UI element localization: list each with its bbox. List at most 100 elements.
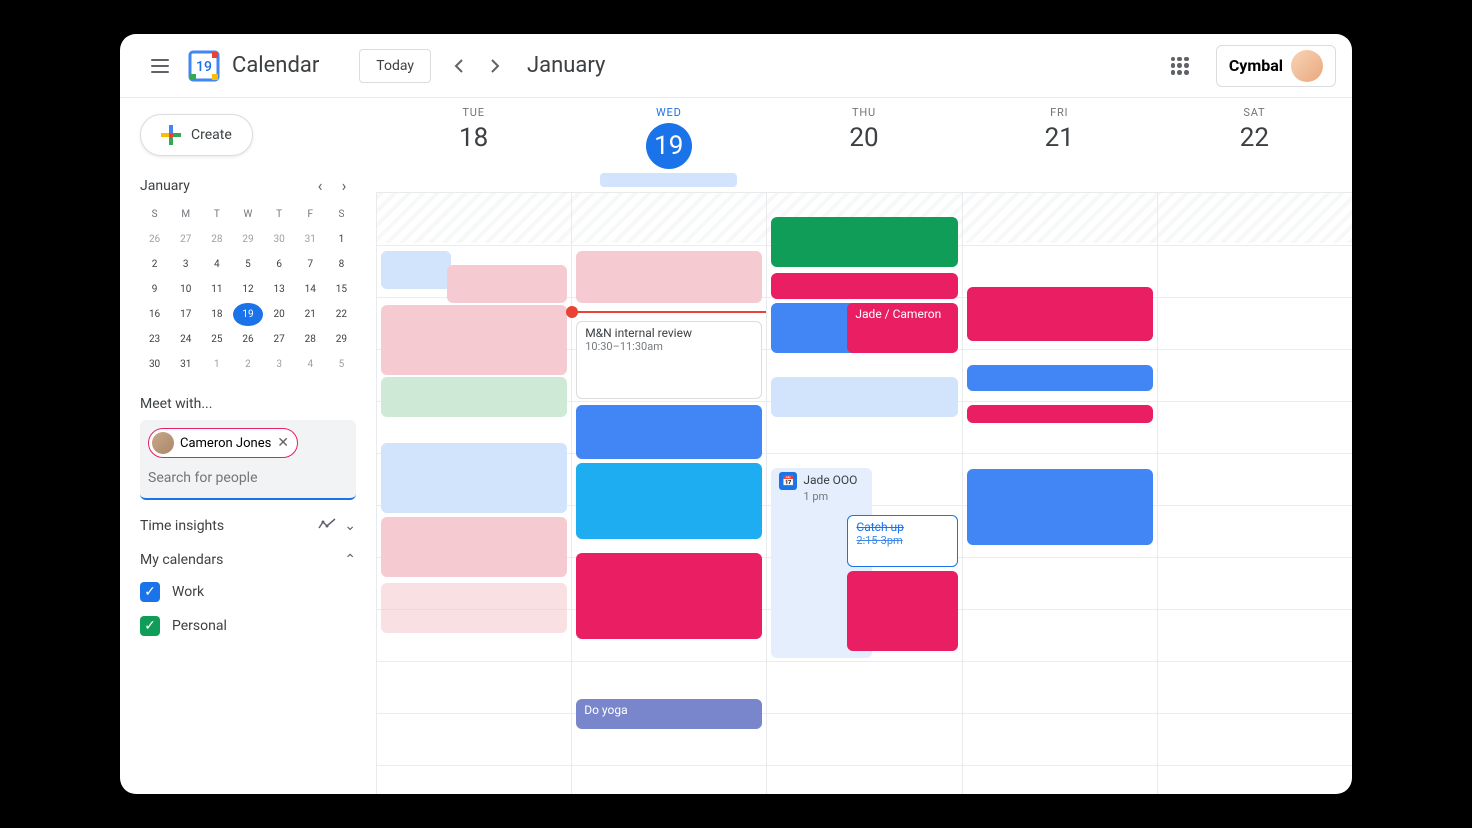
event-block[interactable]	[967, 365, 1153, 391]
mini-cal-day[interactable]: 30	[265, 228, 294, 251]
event-block[interactable]	[771, 273, 957, 299]
day-number[interactable]: 19	[646, 123, 692, 169]
mini-cal-day[interactable]: 8	[327, 253, 356, 276]
mini-cal-day[interactable]: 31	[171, 353, 200, 376]
mini-cal-day[interactable]: 26	[140, 228, 169, 251]
day-header[interactable]: THU20	[766, 98, 961, 192]
chip-remove-icon[interactable]: ✕	[277, 435, 289, 451]
mini-cal-day[interactable]: 6	[265, 253, 294, 276]
mini-cal-day[interactable]: 3	[171, 253, 200, 276]
grid-body[interactable]: M&N internal review 10:30–11:30am Do yog…	[376, 192, 1352, 794]
day-col-sat[interactable]	[1157, 193, 1352, 794]
day-header[interactable]: FRI21	[962, 98, 1157, 192]
mini-cal-day[interactable]: 29	[327, 328, 356, 351]
mini-cal-day[interactable]: 7	[296, 253, 325, 276]
prev-period-button[interactable]	[443, 50, 475, 82]
day-col-fri[interactable]	[962, 193, 1157, 794]
event-block[interactable]	[381, 251, 451, 289]
chevron-down-icon[interactable]: ⌄	[344, 518, 356, 534]
mini-cal-day[interactable]: 12	[233, 278, 262, 301]
create-button[interactable]: Create	[140, 114, 253, 156]
meet-with-chip[interactable]: Cameron Jones ✕	[148, 428, 298, 458]
mini-cal-day[interactable]: 3	[265, 353, 294, 376]
mini-cal-day[interactable]: 18	[202, 303, 231, 326]
mini-cal-day[interactable]: 1	[202, 353, 231, 376]
day-number[interactable]: 22	[1157, 123, 1352, 153]
mini-cal-day[interactable]: 16	[140, 303, 169, 326]
mini-cal-day[interactable]: 4	[202, 253, 231, 276]
event-block[interactable]	[771, 217, 957, 267]
mini-cal-day[interactable]: 30	[140, 353, 169, 376]
day-col-thu[interactable]: Jade / Cameron 📅Jade OOO 1 pm Catch up 2…	[766, 193, 961, 794]
mini-cal-day[interactable]: 19	[233, 303, 262, 326]
people-search-input[interactable]	[148, 466, 348, 490]
mini-cal-day[interactable]: 9	[140, 278, 169, 301]
time-insights-row[interactable]: Time insights ⌄	[140, 518, 356, 534]
mini-cal-day[interactable]: 13	[265, 278, 294, 301]
mini-cal-day[interactable]: 4	[296, 353, 325, 376]
day-number[interactable]: 20	[766, 123, 961, 153]
mini-cal-next[interactable]: ›	[332, 176, 356, 195]
calendar-entry[interactable]: ✓Personal	[140, 616, 356, 636]
mini-cal-day[interactable]: 10	[171, 278, 200, 301]
mini-cal-day[interactable]: 5	[327, 353, 356, 376]
today-button[interactable]: Today	[359, 49, 431, 83]
event-block[interactable]	[967, 405, 1153, 423]
mini-cal-day[interactable]: 17	[171, 303, 200, 326]
mini-cal-day[interactable]: 27	[265, 328, 294, 351]
event-block[interactable]	[771, 377, 957, 417]
event-block[interactable]	[847, 571, 957, 651]
day-header[interactable]: TUE18	[376, 98, 571, 192]
event-block[interactable]	[967, 287, 1153, 341]
mini-cal-day[interactable]: 22	[327, 303, 356, 326]
mini-cal-day[interactable]: 31	[296, 228, 325, 251]
mini-cal-prev[interactable]: ‹	[308, 176, 332, 195]
event-block[interactable]	[967, 469, 1153, 545]
mini-cal-day[interactable]: 28	[202, 228, 231, 251]
next-period-button[interactable]	[479, 50, 511, 82]
event-block[interactable]	[381, 377, 567, 417]
calendar-checkbox[interactable]: ✓	[140, 582, 160, 602]
mini-cal-day[interactable]: 29	[233, 228, 262, 251]
mini-cal-day[interactable]: 14	[296, 278, 325, 301]
day-header[interactable]: SAT22	[1157, 98, 1352, 192]
mini-cal-day[interactable]: 27	[171, 228, 200, 251]
event-block[interactable]	[447, 265, 567, 303]
mini-cal-day[interactable]: 2	[233, 353, 262, 376]
event-block[interactable]	[576, 553, 762, 639]
event-block[interactable]	[381, 517, 567, 577]
mini-cal-day[interactable]: 5	[233, 253, 262, 276]
event-block[interactable]	[381, 305, 567, 375]
event-internal-review[interactable]: M&N internal review 10:30–11:30am	[576, 321, 762, 399]
day-number[interactable]: 18	[376, 123, 571, 153]
mini-cal-day[interactable]: 25	[202, 328, 231, 351]
mini-cal-day[interactable]: 24	[171, 328, 200, 351]
mini-cal-day[interactable]: 11	[202, 278, 231, 301]
mini-cal-day[interactable]: 28	[296, 328, 325, 351]
chevron-up-icon[interactable]: ⌃	[344, 552, 356, 568]
my-calendars-row[interactable]: My calendars ⌃	[140, 552, 356, 568]
mini-cal-day[interactable]: 21	[296, 303, 325, 326]
day-header[interactable]: WED19	[571, 98, 766, 192]
event-do-yoga[interactable]: Do yoga	[576, 699, 762, 729]
event-block[interactable]	[576, 251, 762, 303]
day-col-wed[interactable]: M&N internal review 10:30–11:30am Do yog…	[571, 193, 766, 794]
event-block[interactable]	[381, 443, 567, 513]
calendar-entry[interactable]: ✓Work	[140, 582, 356, 602]
org-brand-chip[interactable]: Cymbal	[1216, 45, 1336, 87]
allday-event-pill[interactable]	[600, 173, 737, 187]
mini-cal-day[interactable]: 23	[140, 328, 169, 351]
mini-cal-day[interactable]: 20	[265, 303, 294, 326]
mini-cal-day[interactable]: 26	[233, 328, 262, 351]
main-menu-button[interactable]	[136, 42, 184, 90]
event-block[interactable]	[381, 583, 567, 633]
user-avatar[interactable]	[1291, 50, 1323, 82]
event-block[interactable]	[576, 463, 762, 539]
mini-cal-day[interactable]: 15	[327, 278, 356, 301]
event-catch-up-cancelled[interactable]: Catch up 2:15-3pm	[847, 515, 957, 567]
google-apps-button[interactable]	[1160, 46, 1200, 86]
calendar-checkbox[interactable]: ✓	[140, 616, 160, 636]
mini-cal-day[interactable]: 1	[327, 228, 356, 251]
event-jade-cameron[interactable]: Jade / Cameron	[847, 303, 957, 353]
day-number[interactable]: 21	[962, 123, 1157, 153]
